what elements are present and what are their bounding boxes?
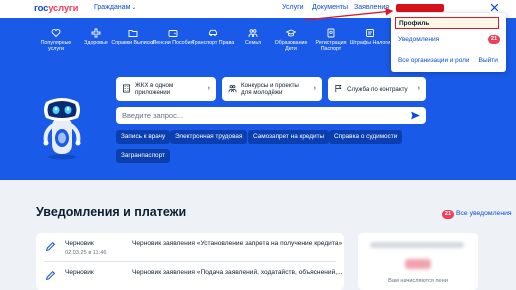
item-date: 02.03.25 в 11:46 [65, 250, 107, 256]
building-icon [122, 84, 131, 93]
category-education[interactable]: Образование Дети [269, 28, 313, 53]
nav-documents[interactable]: Документы [312, 4, 348, 11]
penalty-card[interactable]: Вам начисляются пени [358, 233, 478, 290]
notifications-list: Черновик 02.03.25 в 11:46 Черновик заявл… [36, 233, 344, 290]
category-registration[interactable]: Регистрация Паспорт [309, 28, 353, 53]
blurred-text [370, 242, 464, 248]
category-popular[interactable]: Популярные услуги [34, 28, 78, 53]
profile-menu-item[interactable]: Профиль [395, 17, 499, 29]
chevron-right-icon: › [207, 85, 210, 92]
item-status: Черновик [65, 269, 94, 276]
dropdown-notifications-badge: 21 [488, 35, 500, 44]
nav-services[interactable]: Услуги [282, 4, 304, 11]
list-item[interactable]: Черновик 02.03.25 в 11:46 Черновик заявл… [36, 233, 344, 261]
pencil-icon [45, 241, 56, 252]
promo-card-label: Служба по контракту [347, 85, 408, 93]
list-item[interactable]: Черновик Черновик заявления «Подача заяв… [36, 262, 344, 290]
family-icon [248, 29, 258, 38]
section-title: Уведомления и платежи [36, 205, 187, 219]
redacted-username [396, 4, 444, 12]
heart-icon [51, 29, 61, 38]
wallet-icon [168, 30, 178, 37]
citizen-menu[interactable]: Гражданам⌄ [94, 4, 136, 11]
chevron-right-icon: › [313, 85, 316, 92]
car-icon [209, 29, 217, 37]
blurred-amount [405, 259, 431, 269]
promo-card-youth[interactable]: Конкурсы и проекты для молодёжи › [222, 77, 322, 101]
flag-icon [335, 84, 342, 93]
category-transport[interactable]: Транспорт Права [191, 28, 235, 46]
category-label: Пенсии Пособия [152, 40, 194, 46]
folder-icon [128, 30, 138, 37]
category-label: Семья [244, 40, 262, 46]
robot-mascot-illustration [43, 98, 81, 160]
promo-card-label: ЖКХ в одном приложении [135, 82, 174, 96]
category-label: Регистрация Паспорт [315, 40, 347, 53]
item-text: Черновик заявления «Установление запрета… [132, 240, 343, 247]
logout-menu-item[interactable]: Выйти [478, 57, 498, 64]
organizations-menu-item[interactable]: Все организации и роли [398, 57, 469, 64]
category-pensions[interactable]: Пенсии Пособия [151, 28, 195, 46]
passport-icon [327, 28, 335, 38]
profile-dropdown: Профиль Уведомления 21 Все организации и… [391, 13, 506, 72]
category-label: Здоровье [84, 40, 108, 46]
search-placeholder: Введите запрос... [122, 111, 184, 120]
category-fines[interactable]: Штрафы Налоги [348, 28, 392, 46]
close-icon[interactable] [489, 2, 500, 13]
notifications-menu-item[interactable]: Уведомления [398, 36, 439, 43]
category-label: Популярные услуги [40, 40, 72, 53]
gosuslugi-logo[interactable]: госуслуги [34, 3, 79, 14]
youth-people-icon [228, 85, 237, 93]
category-label: Образование Дети [274, 40, 308, 53]
category-label: Справки Выписки [111, 40, 155, 46]
medical-cross-icon [91, 28, 101, 38]
chip-credit-ban[interactable]: Самозапрет на кредиты [248, 130, 330, 144]
citizen-menu-label: Гражданам [94, 4, 131, 11]
send-icon[interactable] [410, 110, 421, 121]
chevron-down-icon: ⌄ [131, 5, 137, 11]
notifications-count-badge: 21 [442, 210, 454, 219]
promo-card-contract-service[interactable]: Служба по контракту › [328, 77, 426, 101]
chip-doctor-appointment[interactable]: Запись к врачу [116, 130, 171, 144]
pencil-icon [45, 270, 56, 281]
nav-applications[interactable]: Заявления [354, 4, 389, 11]
graduation-cap-icon [286, 29, 296, 37]
all-notifications-link[interactable]: Все уведомления [456, 210, 512, 217]
promo-card-housing[interactable]: ЖКХ в одном приложении › [116, 77, 216, 101]
chip-electronic-workbook[interactable]: Электронная трудовая [170, 130, 248, 144]
item-status: Черновик [65, 240, 94, 247]
penalty-caption: Вам начисляются пени [388, 278, 448, 284]
search-input[interactable]: Введите запрос... [116, 107, 426, 124]
fine-icon [366, 29, 374, 37]
category-label: Штрафы Налоги [349, 40, 391, 46]
promo-card-label: Конкурсы и проекты для молодёжи [241, 82, 299, 96]
chip-criminal-record-certificate[interactable]: Справка о судимости [329, 130, 403, 144]
chip-foreign-passport[interactable]: Загранпаспорт [116, 149, 170, 163]
category-certificates[interactable]: Справки Выписки [111, 28, 155, 46]
item-text: Черновик заявления «Подача заявлений, хо… [132, 269, 343, 276]
category-label: Транспорт Права [191, 40, 235, 46]
chevron-right-icon: › [417, 85, 420, 92]
